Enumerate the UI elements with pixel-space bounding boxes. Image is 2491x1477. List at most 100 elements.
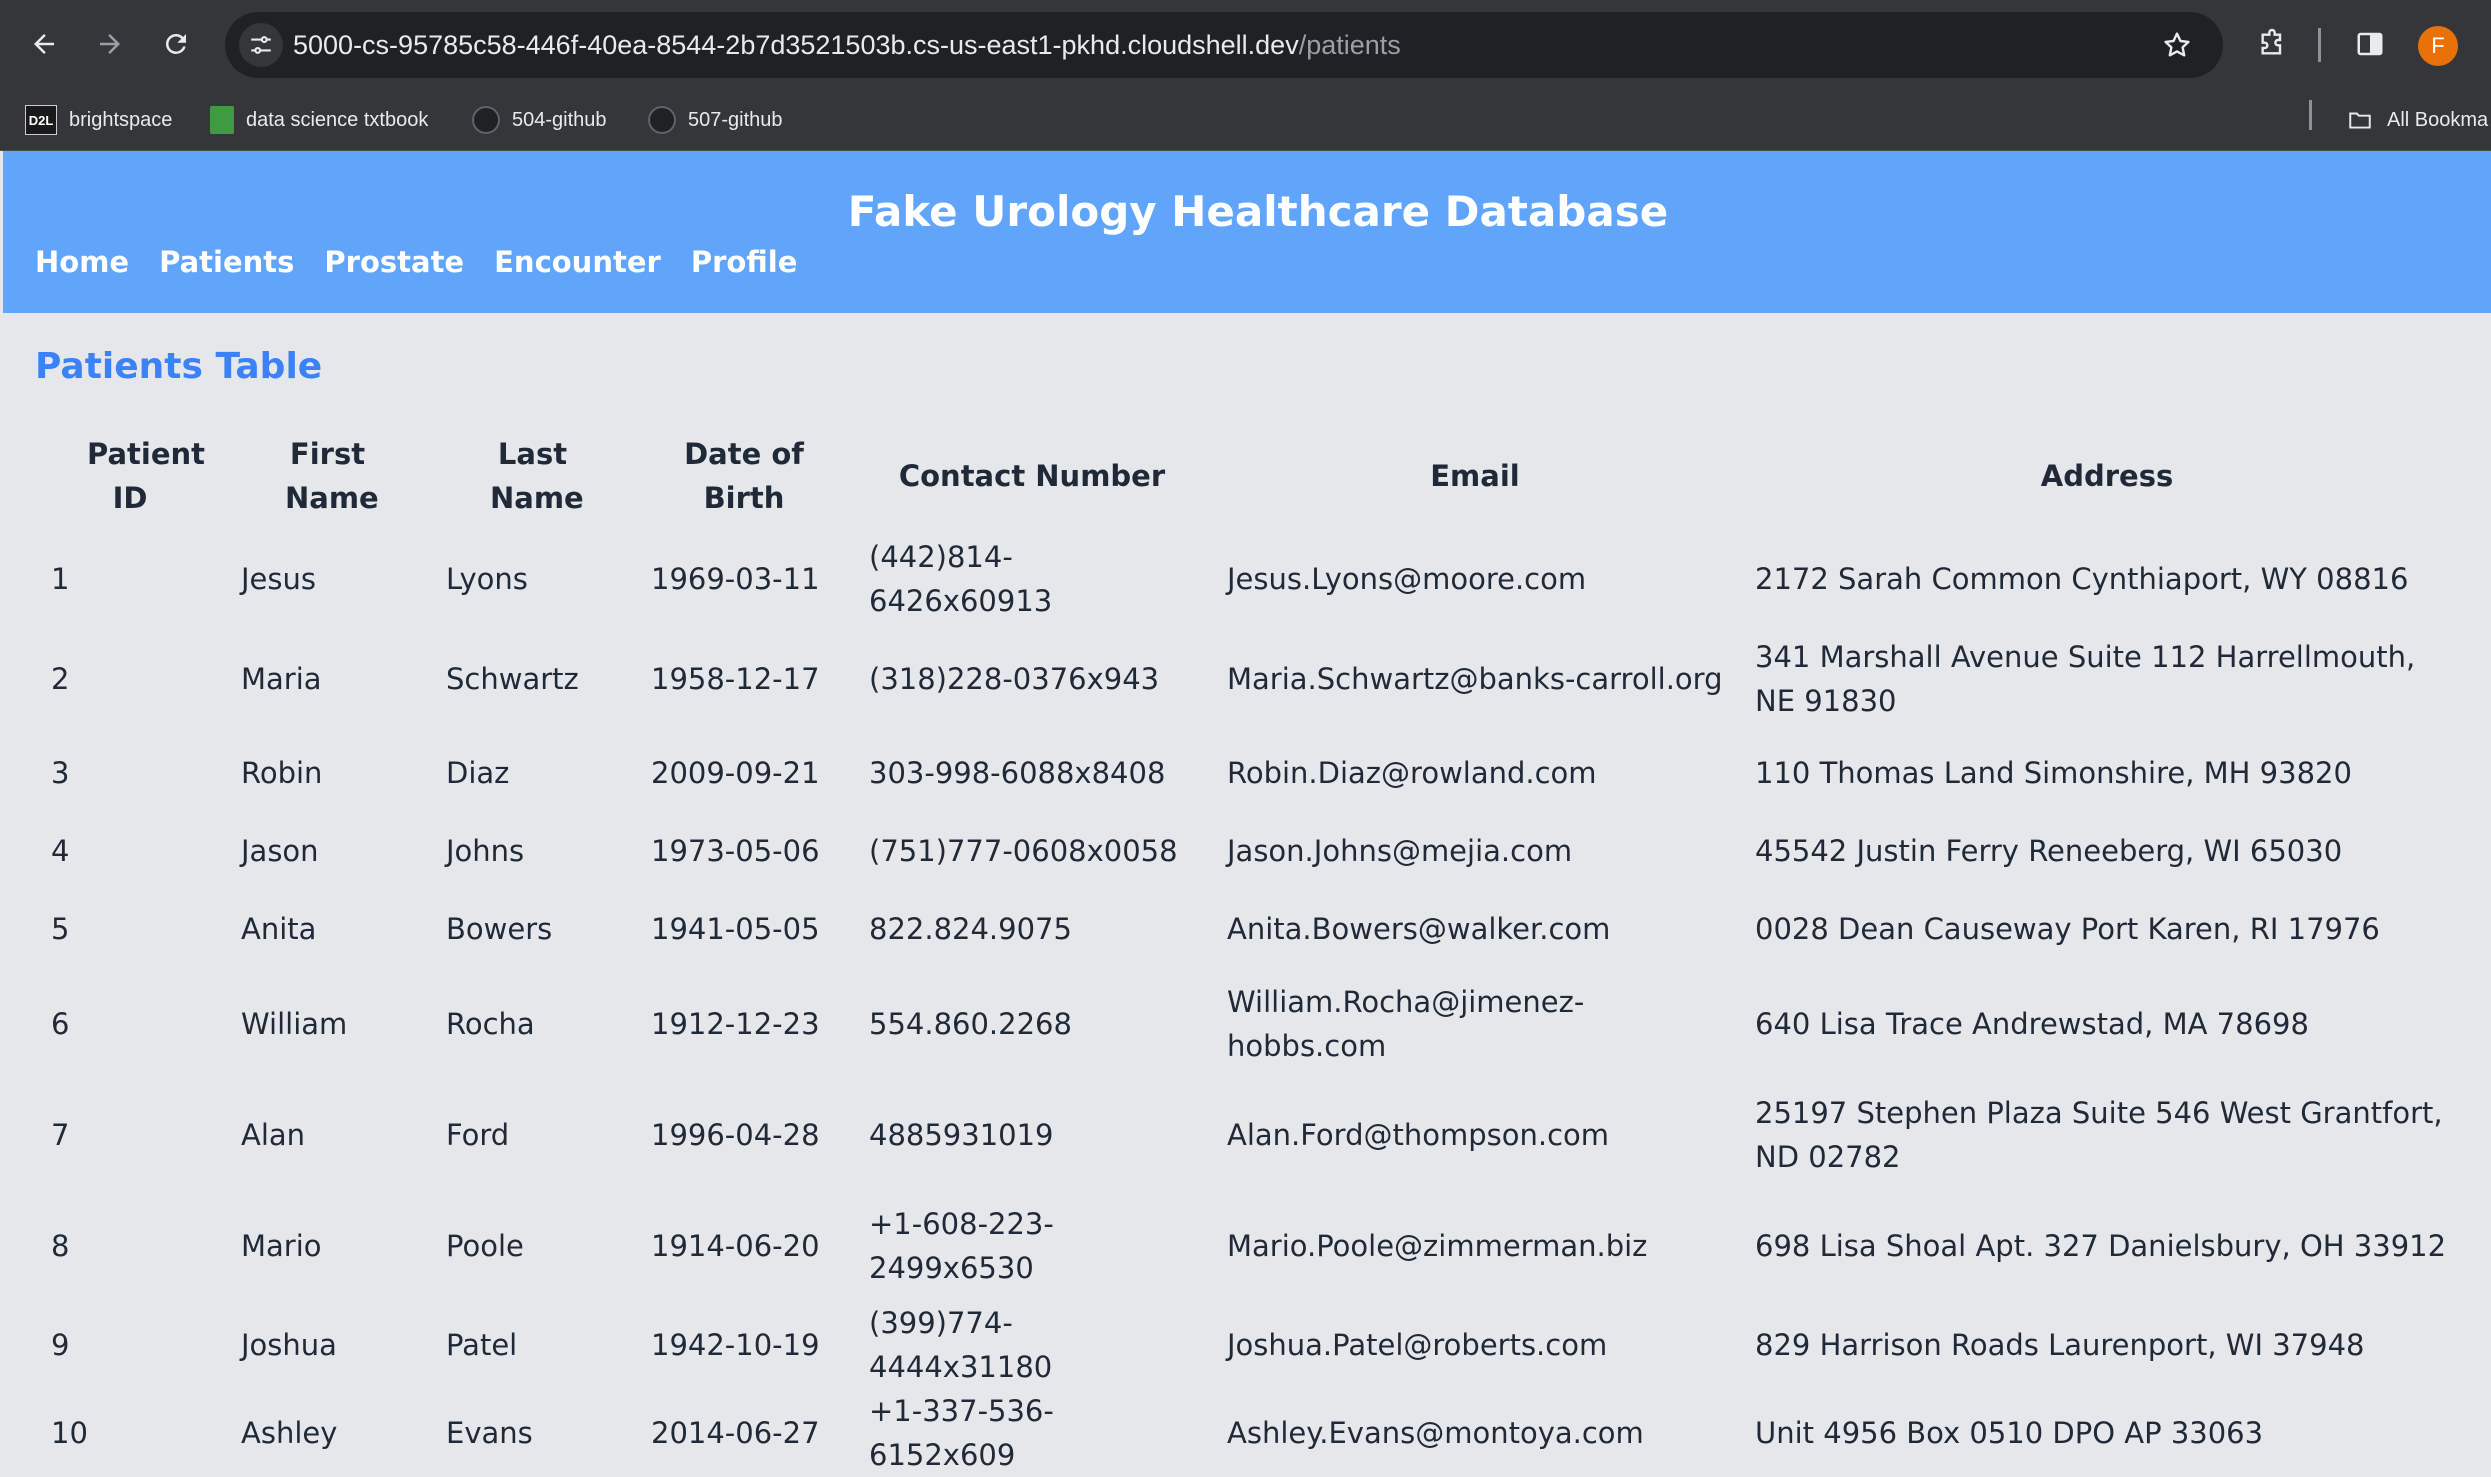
cell-email: Joshua.Patel@roberts.com <box>1227 1328 1608 1362</box>
cell-last-name: Rocha <box>446 1006 535 1041</box>
cell-last-name: Diaz <box>446 756 510 790</box>
profile-avatar[interactable]: F <box>2418 26 2458 66</box>
column-header: Date of Birth <box>684 437 804 515</box>
book-icon <box>210 106 234 134</box>
cell-email: Alan.Ford@thompson.com <box>1227 1117 1610 1152</box>
bookmark-label: data science txtbook <box>246 108 429 131</box>
bookmark-brightspace[interactable]: D2L brightspace <box>25 100 172 140</box>
page-content: Fake Urology Healthcare Database Home Pa… <box>3 151 2491 1472</box>
bookmark-label: All Bookma <box>2387 108 2489 131</box>
cell-dob: 2014-06-27 <box>651 1416 820 1450</box>
cell-first-name: Mario <box>241 1228 322 1263</box>
cell-email: Robin.Diaz@rowland.com <box>1227 756 1597 790</box>
toolbar-divider <box>2318 28 2321 62</box>
cell-address: 698 Lisa Shoal Apt. 327 Danielsbury, OH … <box>1755 1228 2447 1263</box>
back-icon[interactable] <box>22 22 66 66</box>
cell-first-name: Anita <box>241 912 317 946</box>
side-panel-icon[interactable] <box>2348 22 2392 66</box>
bookmarks-bar: D2L brightspace data science txtbook 504… <box>0 90 2491 151</box>
cell-contact: (399)774-4444x31180 <box>869 1306 1053 1384</box>
cell-address: 2172 Sarah Common Cynthiaport, WY 08816 <box>1755 562 2409 596</box>
cell-first-name: Robin <box>241 756 323 790</box>
cell-contact: (751)777-0608x0058 <box>869 834 1178 868</box>
url-host: 5000-cs-95785c58-446f-40ea-8544-2b7d3521… <box>293 30 1299 60</box>
d2l-icon: D2L <box>25 105 57 135</box>
github-icon <box>472 106 500 134</box>
cell-contact: +1-337-536-6152x609 <box>869 1394 1054 1472</box>
cell-address: 110 Thomas Land Simonshire, MH 93820 <box>1755 756 2352 790</box>
cell-last-name: Lyons <box>446 562 528 596</box>
patients-table: Patient ID First Name Last Name Date of … <box>35 417 2475 1477</box>
nav-patients[interactable]: Patients <box>159 245 294 279</box>
table-row: 4 Jason Johns 1973-05-06 (751)777-0608x0… <box>35 812 2475 890</box>
cell-first-name: William <box>241 1006 348 1041</box>
folder-icon <box>2345 106 2375 134</box>
all-bookmarks[interactable]: All Bookma <box>2345 100 2488 140</box>
cell-dob: 1973-05-06 <box>651 834 820 868</box>
column-header: First Name <box>285 437 379 515</box>
cell-patient-id: 9 <box>51 1328 70 1362</box>
cell-last-name: Evans <box>446 1416 533 1450</box>
table-row: 3 Robin Diaz 2009-09-21 303-998-6088x840… <box>35 734 2475 812</box>
table-row: 7 Alan Ford 1996-04-28 4885931019 Alan.F… <box>35 1079 2475 1190</box>
cell-patient-id: 7 <box>51 1117 70 1152</box>
reload-icon[interactable] <box>154 22 198 66</box>
app-title: Fake Urology Healthcare Database <box>847 187 1669 236</box>
cell-patient-id: 10 <box>51 1416 88 1450</box>
nav-profile[interactable]: Profile <box>691 245 798 279</box>
cell-first-name: Jason <box>241 834 319 868</box>
cell-first-name: Jesus <box>241 562 316 596</box>
column-header: Patient ID <box>87 437 206 515</box>
cell-dob: 2009-09-21 <box>651 756 820 790</box>
cell-address: 0028 Dean Causeway Port Karen, RI 17976 <box>1755 912 2380 946</box>
bookmark-star-icon[interactable] <box>2157 25 2197 65</box>
cell-patient-id: 2 <box>51 661 70 696</box>
cell-dob: 1941-05-05 <box>651 912 820 946</box>
cell-contact: (442)814-6426x60913 <box>869 540 1053 618</box>
cell-contact: 554.860.2268 <box>869 1006 1072 1041</box>
cell-address: 341 Marshall Avenue Suite 112 Harrellmou… <box>1755 639 2416 718</box>
browser-toolbar: 5000-cs-95785c58-446f-40ea-8544-2b7d3521… <box>0 0 2491 90</box>
github-icon <box>648 106 676 134</box>
cell-contact: (318)228-0376x943 <box>869 661 1160 696</box>
bookmark-label: 504-github <box>512 108 607 131</box>
address-bar[interactable]: 5000-cs-95785c58-446f-40ea-8544-2b7d3521… <box>225 12 2223 78</box>
cell-first-name: Joshua <box>241 1328 337 1362</box>
cell-dob: 1996-04-28 <box>651 1117 820 1152</box>
cell-dob: 1969-03-11 <box>651 562 820 596</box>
extensions-icon[interactable] <box>2250 22 2294 66</box>
column-header: Email <box>1430 459 1520 493</box>
forward-icon[interactable] <box>88 22 132 66</box>
cell-address: 45542 Justin Ferry Reneeberg, WI 65030 <box>1755 834 2343 868</box>
cell-email: Ashley.Evans@montoya.com <box>1227 1416 1644 1450</box>
cell-address: 640 Lisa Trace Andrewstad, MA 78698 <box>1755 1006 2309 1041</box>
column-header: Last Name <box>490 437 584 515</box>
cell-last-name: Patel <box>446 1328 518 1362</box>
main-nav: Home Patients Prostate Encounter Profile <box>35 245 797 279</box>
table-row: 8 Mario Poole 1914-06-20 +1-608-223-2499… <box>35 1190 2475 1301</box>
cell-patient-id: 3 <box>51 756 70 790</box>
table-row: 1 Jesus Lyons 1969-03-11 (442)814-6426x6… <box>35 535 2475 623</box>
cell-dob: 1942-10-19 <box>651 1328 820 1362</box>
cell-contact: +1-608-223-2499x6530 <box>869 1206 1054 1285</box>
nav-encounter[interactable]: Encounter <box>494 245 661 279</box>
cell-email: Jason.Johns@mejia.com <box>1227 834 1573 868</box>
cell-contact: 4885931019 <box>869 1117 1054 1152</box>
cell-last-name: Johns <box>446 834 525 868</box>
bookmark-label: brightspace <box>69 108 173 131</box>
cell-email: Jesus.Lyons@moore.com <box>1227 562 1587 596</box>
bookmark-504-github[interactable]: 504-github <box>472 100 607 140</box>
cell-patient-id: 6 <box>51 1006 70 1041</box>
table-row: 9 Joshua Patel 1942-10-19 (399)774-4444x… <box>35 1301 2475 1389</box>
cell-address: 25197 Stephen Plaza Suite 546 West Grant… <box>1755 1095 2443 1174</box>
cell-last-name: Ford <box>446 1117 510 1152</box>
cell-patient-id: 5 <box>51 912 70 946</box>
cell-last-name: Schwartz <box>446 661 579 696</box>
site-info-icon[interactable] <box>239 23 283 67</box>
page-title: Patients Table <box>35 346 323 387</box>
bookmark-data-science-txtbook[interactable]: data science txtbook <box>210 100 428 140</box>
cell-patient-id: 4 <box>51 834 70 868</box>
bookmark-507-github[interactable]: 507-github <box>648 100 783 140</box>
nav-home[interactable]: Home <box>35 245 129 279</box>
nav-prostate[interactable]: Prostate <box>324 245 464 279</box>
